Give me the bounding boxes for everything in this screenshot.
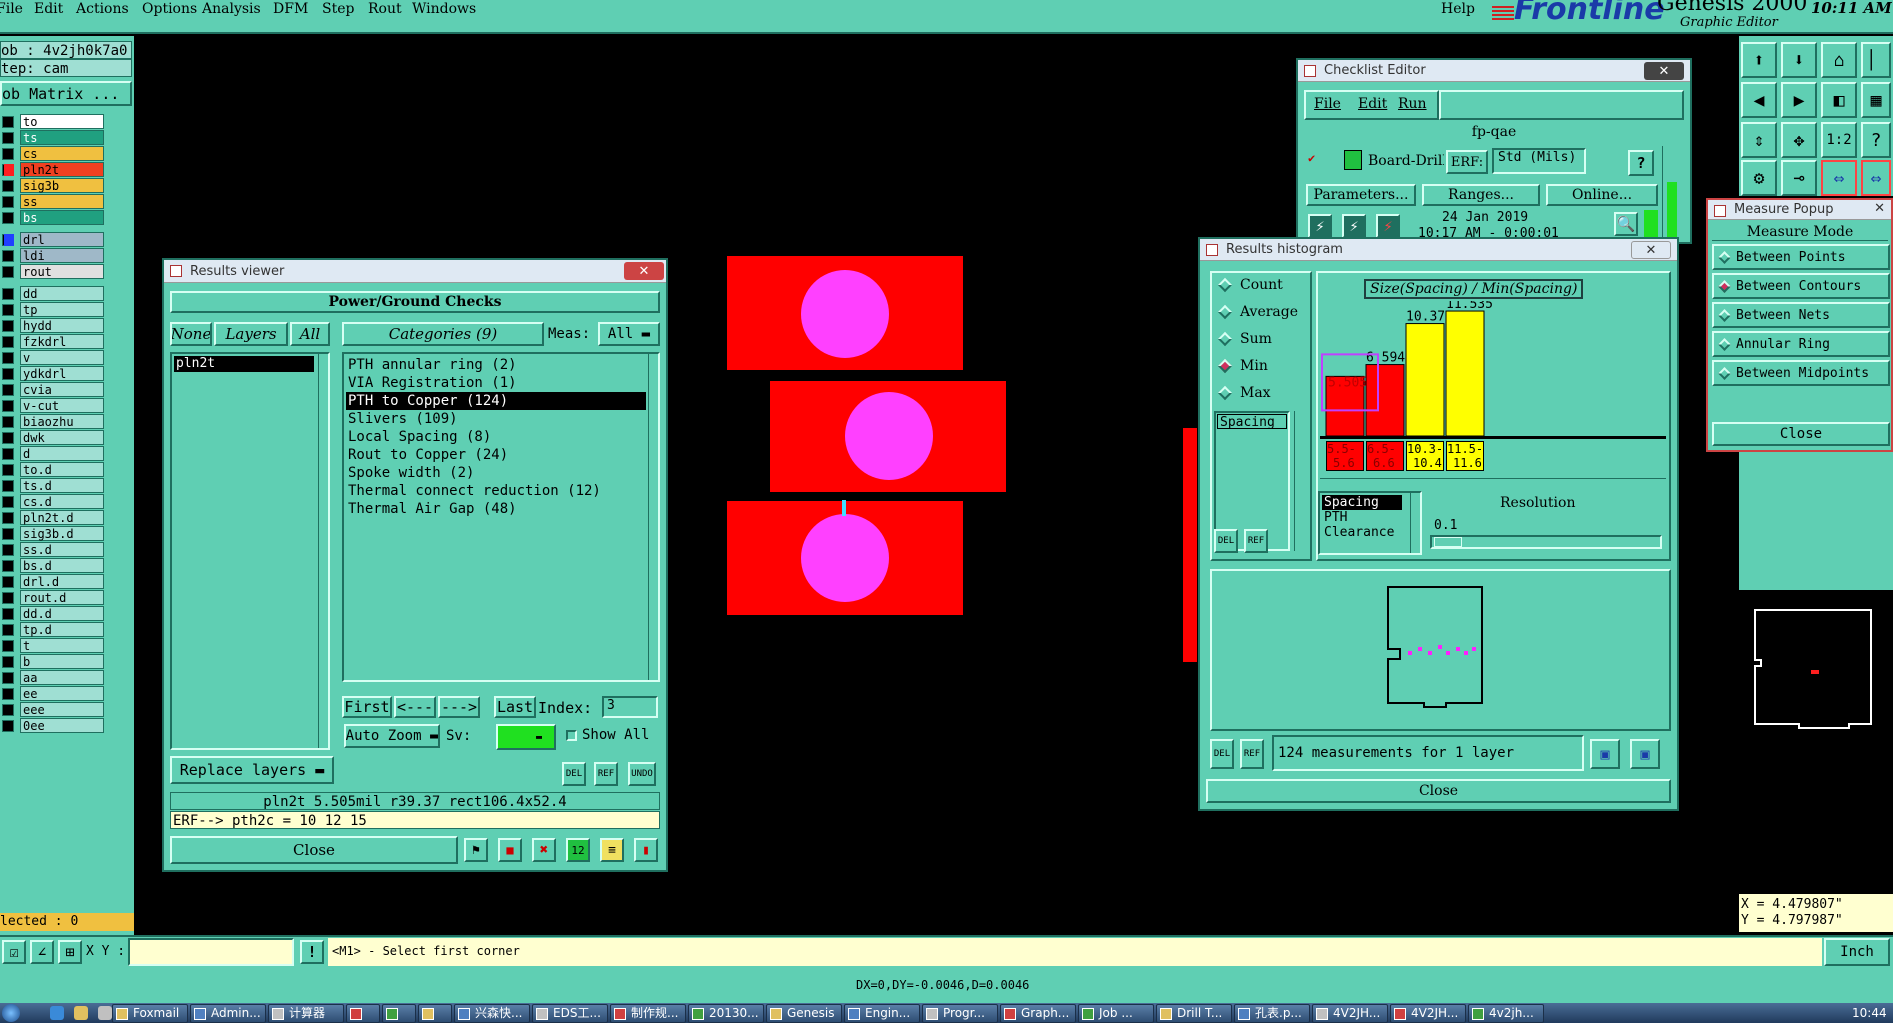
layer-checkbox[interactable]: [2, 416, 14, 428]
toolbar-grid-icon[interactable]: ▦: [1861, 82, 1891, 118]
layer-checkbox[interactable]: [2, 180, 14, 192]
layer-checkbox[interactable]: [2, 448, 14, 460]
layer-checkbox[interactable]: [2, 464, 14, 476]
taskbar-app-icon: [926, 1008, 938, 1020]
layer-checkbox[interactable]: [2, 544, 14, 556]
layer-checkbox[interactable]: [2, 512, 14, 524]
toolbar-help-icon[interactable]: ?: [1861, 122, 1891, 158]
taskbar-item[interactable]: Graph...: [1000, 1004, 1076, 1023]
close-icon[interactable]: ✕: [1874, 201, 1885, 216]
layer-checkbox[interactable]: [2, 576, 14, 588]
layer-checkbox[interactable]: [2, 480, 14, 492]
layer-checkbox[interactable]: [2, 368, 14, 380]
toolbar-house-icon[interactable]: ⌂: [1821, 42, 1857, 78]
start-orb-icon[interactable]: [2, 1004, 20, 1022]
taskbar-app-icon: [272, 1008, 284, 1020]
taskbar-app-icon: [614, 1008, 626, 1020]
taskbar-item[interactable]: [382, 1004, 416, 1023]
layer-checkbox[interactable]: [2, 116, 14, 128]
taskbar-item[interactable]: Foxmail: [112, 1004, 188, 1023]
taskbar-items: Foxmail Admin... 计算器 兴森快... EDS工... 制作规... 201…: [24, 0, 1824, 1023]
layer-checkbox[interactable]: [2, 250, 14, 262]
taskbar-app-icon: [692, 1008, 704, 1020]
layer-checkbox[interactable]: [2, 132, 14, 144]
layer-checkbox[interactable]: [2, 656, 14, 668]
layer-checkbox[interactable]: [2, 266, 14, 278]
taskbar-app-icon: [1472, 1008, 1484, 1020]
layer-checkbox[interactable]: [2, 384, 14, 396]
layer-checkbox[interactable]: [2, 688, 14, 700]
taskbar-app-icon: [386, 1008, 398, 1020]
taskbar-app-icon: [1004, 1008, 1016, 1020]
taskbar-app-icon: [848, 1008, 860, 1020]
layer-checkbox[interactable]: [2, 336, 14, 348]
check-icon[interactable]: ☑: [2, 940, 26, 964]
layer-checkbox[interactable]: [2, 704, 14, 716]
layer-checkbox[interactable]: [2, 304, 14, 316]
taskbar-item[interactable]: [346, 1004, 380, 1023]
layer-checkbox[interactable]: [2, 352, 14, 364]
taskbar-item[interactable]: 4V2JH...: [1390, 1004, 1466, 1023]
taskbar-item[interactable]: 计算器: [268, 1004, 344, 1023]
layer-checkbox[interactable]: [2, 288, 14, 300]
unit-button[interactable]: Inch: [1824, 938, 1890, 966]
taskbar-item[interactable]: Drill T...: [1156, 1004, 1232, 1023]
layer-checkbox[interactable]: [2, 720, 14, 732]
taskbar-item[interactable]: Engin...: [844, 1004, 920, 1023]
layer-checkbox[interactable]: [2, 528, 14, 540]
taskbar-item[interactable]: Admin...: [190, 1004, 266, 1023]
taskbar-app-icon: [116, 1008, 128, 1020]
taskbar-app-icon: [536, 1008, 548, 1020]
taskbar-app-icon: [1316, 1008, 1328, 1020]
toolbar-scale-icon[interactable]: 1:2: [1821, 122, 1857, 158]
taskbar-item[interactable]: 20130...: [688, 1004, 764, 1023]
layer-color-swatch: [4, 164, 14, 176]
taskbar-clock: 10:44: [1852, 1006, 1887, 1020]
taskbar-app-icon: [770, 1008, 782, 1020]
taskbar-item[interactable]: 4V2JH...: [1312, 1004, 1388, 1023]
taskbar-pinned-icon[interactable]: [50, 1006, 64, 1020]
taskbar-app-icon: [1394, 1008, 1406, 1020]
toolbar-split-icon[interactable]: ◧: [1821, 82, 1857, 118]
taskbar-app-icon: [422, 1008, 434, 1020]
layer-checkbox[interactable]: [2, 624, 14, 636]
toolbar-measure2-icon[interactable]: ⇔: [1861, 160, 1891, 196]
toolbar-edge-icon[interactable]: ▏: [1861, 42, 1891, 78]
taskbar-item[interactable]: Genesis: [766, 1004, 842, 1023]
taskbar-item[interactable]: 制作规...: [610, 1004, 686, 1023]
layer-checkbox[interactable]: [2, 592, 14, 604]
layer-checkbox[interactable]: [2, 672, 14, 684]
taskbar-app-icon: [194, 1008, 206, 1020]
layer-checkbox[interactable]: [2, 320, 14, 332]
taskbar-app-icon: [458, 1008, 470, 1020]
taskbar-item[interactable]: Progr...: [922, 1004, 998, 1023]
taskbar-item[interactable]: 4v2jh...: [1468, 1004, 1544, 1023]
layer-checkbox[interactable]: [2, 432, 14, 444]
taskbar-item[interactable]: Job ...: [1078, 1004, 1154, 1023]
layer-checkbox[interactable]: [2, 212, 14, 224]
taskbar-item[interactable]: 孔表.p...: [1234, 1004, 1310, 1023]
taskbar-item[interactable]: 兴森快...: [454, 1004, 530, 1023]
taskbar-app-icon: [1238, 1008, 1250, 1020]
taskbar-item[interactable]: [418, 1004, 452, 1023]
taskbar-app-icon: [1160, 1008, 1172, 1020]
layer-checkbox[interactable]: [2, 196, 14, 208]
layer-checkbox[interactable]: [2, 640, 14, 652]
layer-checkbox[interactable]: [2, 608, 14, 620]
layer-checkbox[interactable]: [2, 560, 14, 572]
taskbar-app-icon: [350, 1008, 362, 1020]
taskbar-pinned-icon[interactable]: [74, 1006, 88, 1020]
layer-color-swatch: [4, 234, 14, 246]
layer-checkbox[interactable]: [2, 496, 14, 508]
taskbar-app-icon: [1082, 1008, 1094, 1020]
taskbar-pinned-icon[interactable]: [98, 1006, 112, 1020]
menu-file[interactable]: File: [0, 1, 23, 17]
toolbar-measure-icon[interactable]: ⇔: [1821, 160, 1857, 196]
taskbar-item[interactable]: EDS工...: [532, 1004, 608, 1023]
layer-checkbox[interactable]: [2, 148, 14, 160]
layer-checkbox[interactable]: [2, 400, 14, 412]
